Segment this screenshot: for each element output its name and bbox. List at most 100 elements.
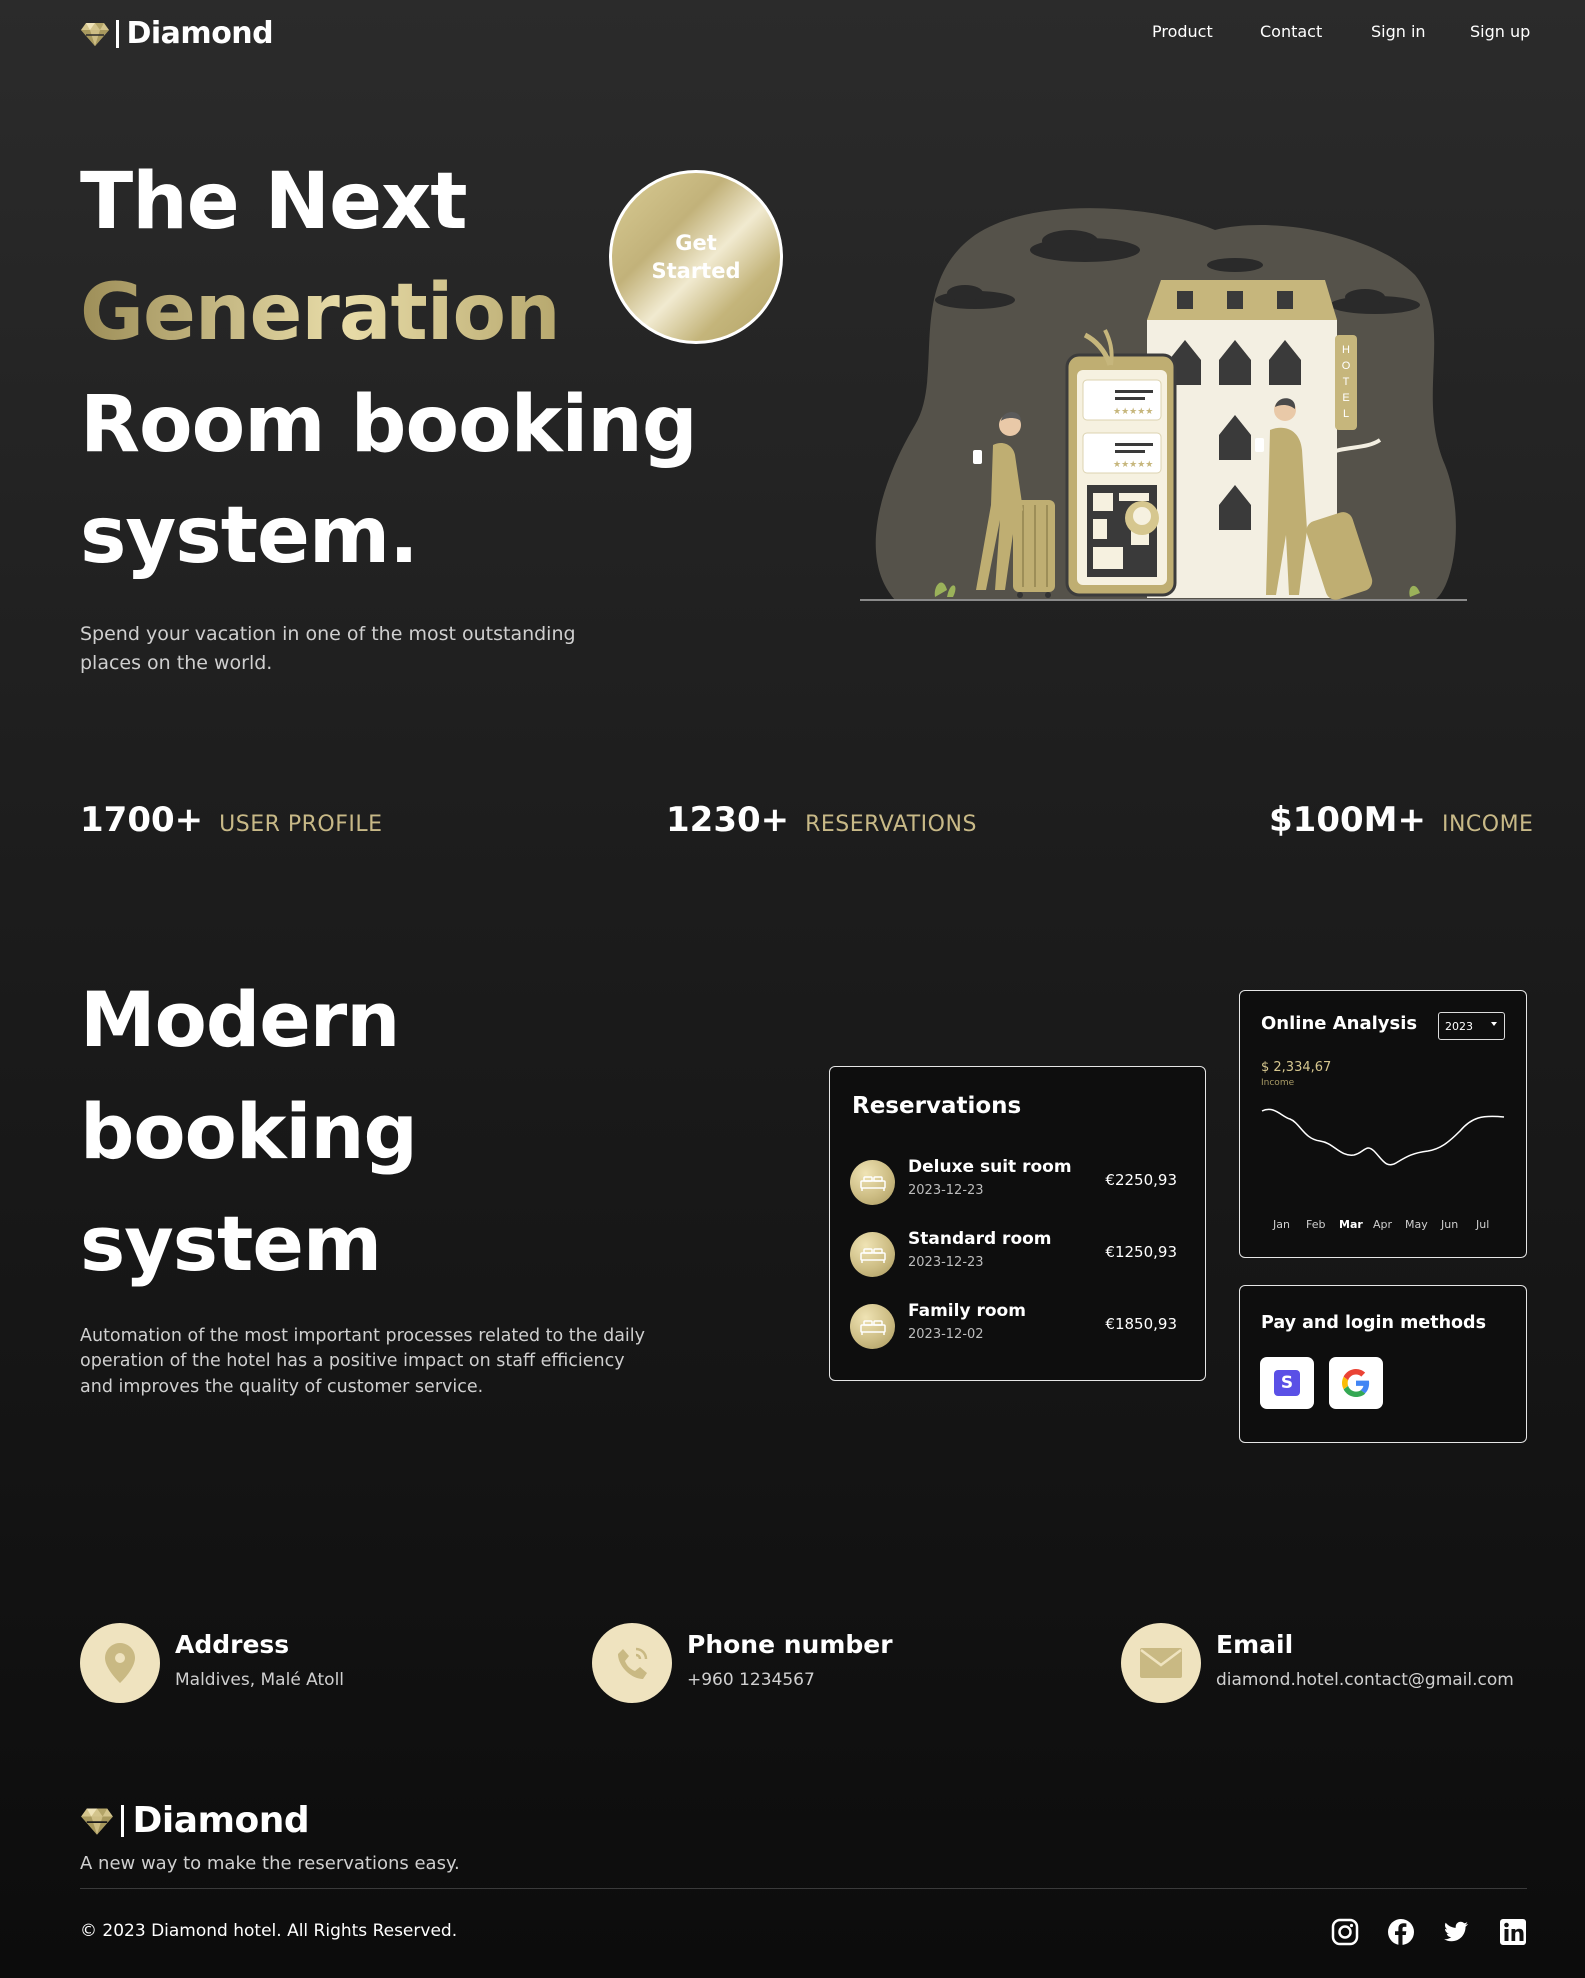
month-label: Jun (1441, 1218, 1459, 1231)
stat-income: $100M+ INCOME (1269, 800, 1533, 840)
copyright: © 2023 Diamond hotel. All Rights Reserve… (80, 1921, 458, 1941)
analysis-title: Online Analysis (1261, 1013, 1418, 1034)
stat-income-label: INCOME (1441, 812, 1534, 837)
svg-text:L: L (1343, 408, 1349, 420)
stat-reservations-value: 1230+ (666, 800, 790, 840)
stat-users-value: 1700+ (80, 800, 204, 840)
features-description: Automation of the most important process… (80, 1324, 700, 1400)
svg-text:E: E (1342, 392, 1349, 404)
svg-text:★★★★★: ★★★★★ (1113, 460, 1153, 470)
reservation-row[interactable]: Standard room 2023-12-23 €1250,93 (850, 1229, 1177, 1279)
bed-icon (850, 1304, 895, 1349)
facebook-icon[interactable] (1387, 1918, 1415, 1946)
stripe-button[interactable]: S (1260, 1357, 1314, 1409)
stat-reservations-label: RESERVATIONS (805, 812, 977, 837)
envelope-icon (1140, 1648, 1182, 1678)
month-label-active: Mar (1339, 1218, 1363, 1231)
linkedin-icon[interactable] (1499, 1918, 1527, 1946)
reservation-name: Deluxe suit room (908, 1157, 1072, 1177)
svg-text:★★★★★: ★★★★★ (1113, 407, 1153, 417)
caret-down-icon (1491, 1022, 1497, 1026)
svg-text:H: H (1342, 344, 1350, 356)
reservation-date: 2023-12-23 (908, 1183, 984, 1198)
features-title-line2: booking (80, 1087, 418, 1176)
income-amount: $ 2,334,67 (1261, 1060, 1332, 1075)
phone-icon-circle (592, 1623, 672, 1703)
month-label: Jan (1273, 1218, 1290, 1231)
bed-icon (850, 1160, 895, 1205)
bed-icon (850, 1232, 895, 1277)
google-button[interactable] (1329, 1357, 1383, 1409)
hero-subtitle-line2: places on the world. (80, 652, 273, 675)
reservations-card: Reservations Deluxe suit room 2023-12-23… (829, 1066, 1206, 1381)
svg-text:T: T (1343, 376, 1350, 388)
hero-title-line2: Generation (80, 268, 561, 358)
hero-subtitle: Spend your vacation in one of the most o… (80, 620, 640, 679)
reservation-price: €1250,93 (1105, 1243, 1177, 1261)
month-label: Jul (1476, 1218, 1490, 1231)
hotel-illustration: HOTEL ★★★★★ ★★★★★ (860, 208, 1467, 601)
brand-logo[interactable]: Diamond (80, 16, 274, 51)
reservation-row[interactable]: Deluxe suit room 2023-12-23 €2250,93 (850, 1157, 1177, 1207)
payment-methods-title: Pay and login methods (1261, 1313, 1487, 1333)
income-line-chart (1261, 1108, 1505, 1166)
diamond-icon (81, 22, 109, 46)
hero-subtitle-line1: Spend your vacation in one of the most o… (80, 623, 576, 645)
reservation-price: €1850,93 (1105, 1315, 1177, 1333)
hero-title-line1: The Next (80, 157, 468, 247)
hero-title-line4: system. (80, 491, 419, 581)
reservation-date: 2023-12-02 (908, 1327, 984, 1342)
stripe-icon: S (1274, 1370, 1300, 1396)
year-select[interactable]: 2023 (1438, 1012, 1505, 1040)
svg-text:O: O (1342, 360, 1351, 372)
month-label: May (1405, 1218, 1428, 1231)
brand-name: Diamond (126, 16, 274, 51)
nav-sign-in[interactable]: Sign in (1371, 22, 1426, 41)
get-started-button[interactable]: Get Started (609, 170, 783, 344)
footer-brand-name: Diamond (132, 1800, 310, 1841)
nav-contact[interactable]: Contact (1260, 22, 1322, 41)
phone-value: +960 1234567 (687, 1670, 815, 1690)
email-value[interactable]: diamond.hotel.contact@gmail.com (1216, 1670, 1514, 1690)
phone-icon (618, 1647, 648, 1679)
nav-sign-up[interactable]: Sign up (1470, 22, 1530, 41)
reservation-row[interactable]: Family room 2023-12-02 €1850,93 (850, 1301, 1177, 1351)
reservation-name: Family room (908, 1301, 1026, 1321)
nav-product[interactable]: Product (1152, 22, 1213, 41)
reservation-date: 2023-12-23 (908, 1255, 984, 1270)
stat-users: 1700+ USER PROFILE (80, 800, 383, 840)
email-icon-circle (1121, 1623, 1201, 1703)
features-desc-line2: operation of the hotel has a positive im… (80, 1351, 625, 1372)
online-analysis-card: Online Analysis 2023 $ 2,334,67 Income J… (1239, 990, 1527, 1258)
year-select-value: 2023 (1445, 1019, 1473, 1033)
month-label: Feb (1306, 1218, 1326, 1231)
twitter-icon[interactable] (1442, 1918, 1470, 1946)
reservations-title: Reservations (852, 1093, 1022, 1119)
footer-tagline: A new way to make the reservations easy. (80, 1853, 460, 1874)
income-label: Income (1261, 1078, 1295, 1088)
hero-title-line3: Room booking (80, 380, 698, 470)
month-label: Apr (1373, 1218, 1393, 1231)
stat-reservations: 1230+ RESERVATIONS (666, 800, 977, 840)
reservation-name: Standard room (908, 1229, 1052, 1249)
google-icon (1342, 1369, 1370, 1397)
instagram-icon[interactable] (1331, 1918, 1359, 1946)
stat-income-value: $100M+ (1269, 800, 1426, 840)
features-desc-line3: and improves the quality of customer ser… (80, 1376, 484, 1397)
diamond-icon (81, 1808, 113, 1835)
address-value: Maldives, Malé Atoll (175, 1670, 345, 1690)
footer-divider (80, 1888, 1527, 1889)
location-pin-icon (105, 1643, 135, 1683)
features-title-line3: system (80, 1199, 382, 1288)
reservation-price: €2250,93 (1105, 1171, 1177, 1189)
logo-divider (116, 19, 119, 48)
address-icon-circle (80, 1623, 160, 1703)
features-desc-line1: Automation of the most important process… (80, 1326, 645, 1346)
footer-logo[interactable]: Diamond (80, 1800, 310, 1841)
get-started-label: Get Started (651, 230, 741, 283)
address-title: Address (175, 1630, 290, 1659)
phone-title: Phone number (687, 1630, 893, 1659)
logo-divider (121, 1804, 124, 1837)
features-title-line1: Modern (80, 975, 400, 1064)
email-title: Email (1216, 1630, 1294, 1659)
